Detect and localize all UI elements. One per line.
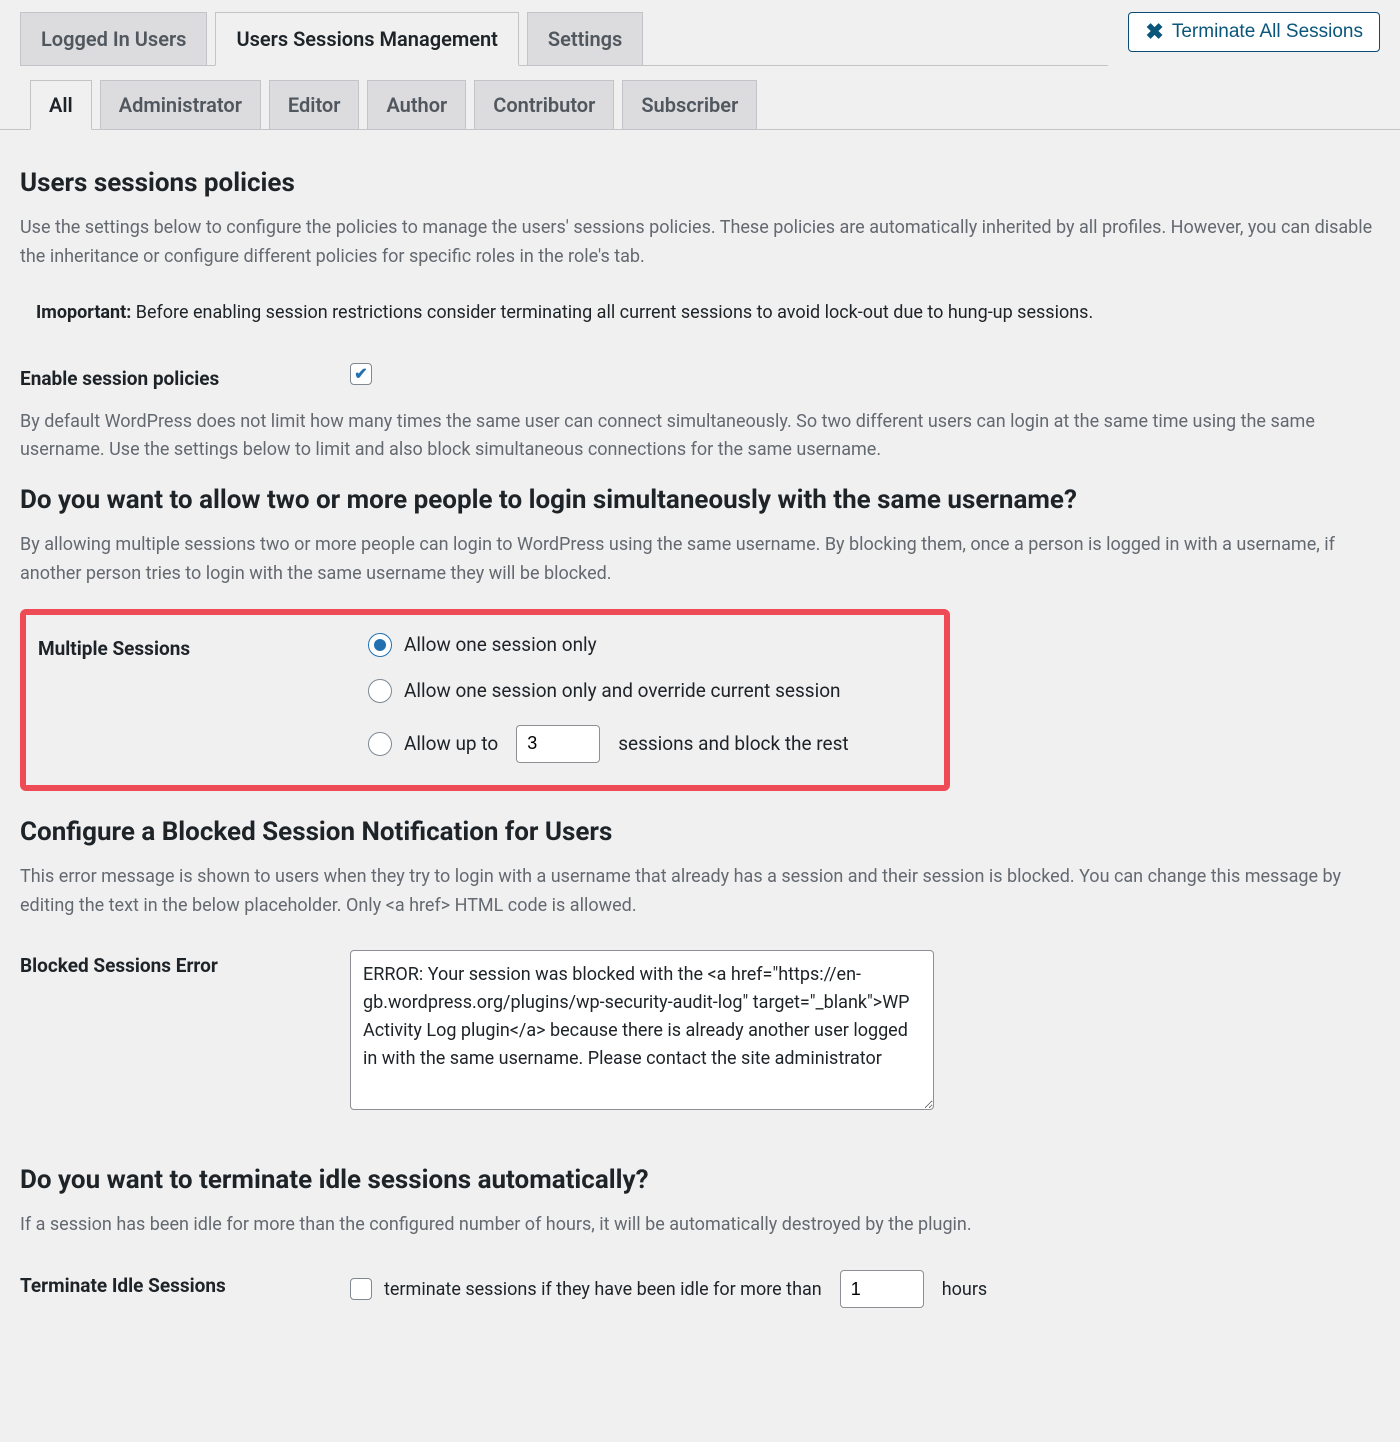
tab-logged-in-users[interactable]: Logged In Users <box>20 12 207 65</box>
terminate-idle-heading: Do you want to terminate idle sessions a… <box>20 1165 1380 1195</box>
blocked-sessions-error-textarea[interactable] <box>350 950 934 1110</box>
subtab-administrator[interactable]: Administrator <box>100 80 261 129</box>
radio-allow-one-override[interactable]: Allow one session only and override curr… <box>368 679 932 703</box>
terminate-idle-sessions-label: Terminate Idle Sessions <box>20 1270 350 1297</box>
multiple-sessions-description: By allowing multiple sessions two or mor… <box>20 531 1380 589</box>
terminate-idle-checkbox[interactable] <box>350 1278 372 1300</box>
subtab-editor[interactable]: Editor <box>269 80 360 129</box>
important-label: Imoportant: <box>36 302 131 323</box>
terminate-all-sessions-button[interactable]: ✖ Terminate All Sessions <box>1128 12 1380 52</box>
enable-session-policies-checkbox[interactable] <box>350 363 372 385</box>
policies-description: Use the settings below to configure the … <box>20 214 1380 272</box>
terminate-idle-description: If a session has been idle for more than… <box>20 1211 1380 1240</box>
radio-allow-one-session[interactable]: Allow one session only <box>368 633 932 657</box>
multiple-sessions-highlight: Multiple Sessions Allow one session only… <box>20 609 950 791</box>
blocked-sessions-error-label: Blocked Sessions Error <box>20 950 350 977</box>
blocked-notification-description: This error message is shown to users whe… <box>20 863 1380 921</box>
tab-users-sessions-management[interactable]: Users Sessions Management <box>215 12 518 66</box>
subtab-contributor[interactable]: Contributor <box>474 80 614 129</box>
terminate-idle-text: terminate sessions if they have been idl… <box>384 1279 822 1300</box>
subtab-author[interactable]: Author <box>367 80 466 129</box>
radio-icon <box>368 633 392 657</box>
close-icon: ✖ <box>1145 21 1163 43</box>
primary-tabs: Logged In Users Users Sessions Managemen… <box>20 12 1108 66</box>
enable-session-policies-label: Enable session policies <box>20 363 350 390</box>
important-note: Imoportant: Before enabling session rest… <box>20 302 1380 323</box>
tab-settings[interactable]: Settings <box>527 12 643 65</box>
subtab-all[interactable]: All <box>30 80 92 130</box>
radio-label: Allow one session only <box>404 633 597 656</box>
radio-label-pre: Allow up to <box>404 732 498 755</box>
multiple-sessions-heading: Do you want to allow two or more people … <box>20 485 1380 515</box>
policies-heading: Users sessions policies <box>20 168 1380 198</box>
by-default-description: By default WordPress does not limit how … <box>20 408 1380 466</box>
radio-label-post: sessions and block the rest <box>618 732 848 755</box>
max-sessions-input[interactable] <box>516 725 600 763</box>
radio-allow-up-to[interactable]: Allow up to sessions and block the rest <box>368 725 932 763</box>
blocked-notification-heading: Configure a Blocked Session Notification… <box>20 817 1380 847</box>
idle-hours-input[interactable] <box>840 1270 924 1308</box>
hours-suffix: hours <box>942 1279 988 1300</box>
radio-icon <box>368 732 392 756</box>
role-tabs: All Administrator Editor Author Contribu… <box>0 80 1400 130</box>
radio-label: Allow one session only and override curr… <box>404 679 841 702</box>
important-text: Before enabling session restrictions con… <box>131 302 1093 323</box>
radio-icon <box>368 679 392 703</box>
subtab-subscriber[interactable]: Subscriber <box>622 80 757 129</box>
terminate-all-label: Terminate All Sessions <box>1172 21 1363 43</box>
multiple-sessions-label: Multiple Sessions <box>38 633 368 660</box>
